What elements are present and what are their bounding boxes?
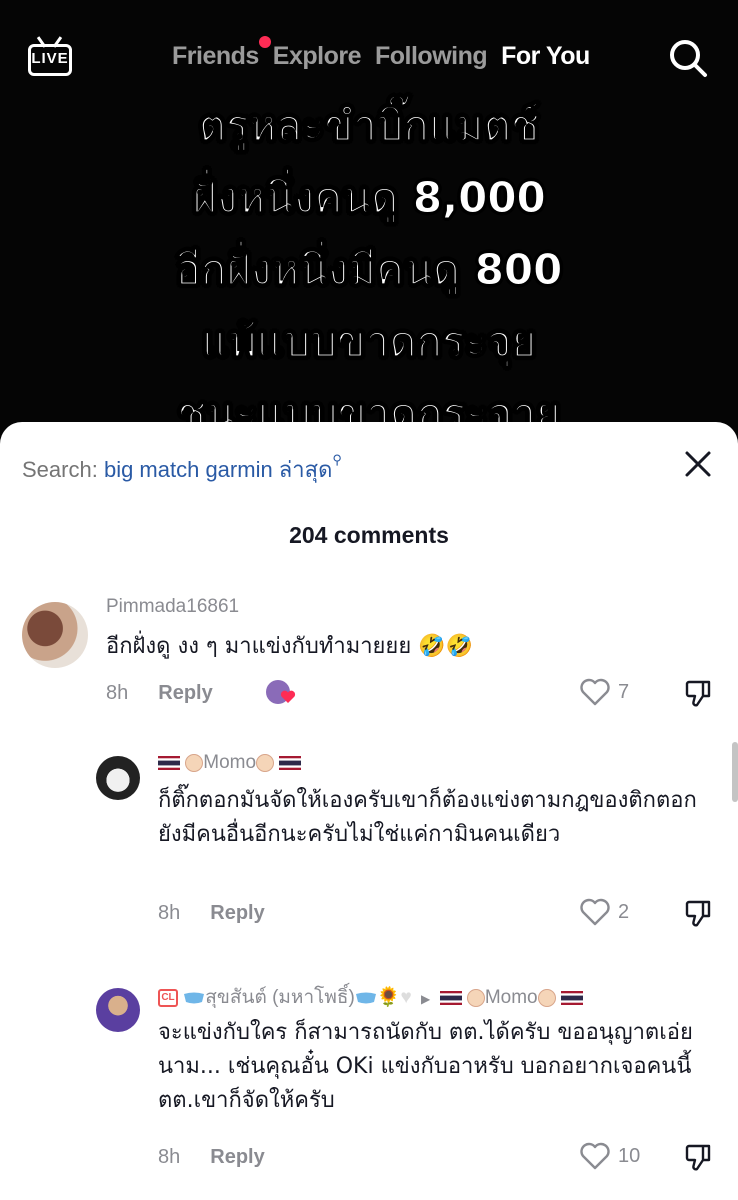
reply-button[interactable]: Reply	[210, 1146, 264, 1168]
baby-face-icon	[466, 988, 485, 1007]
thai-flag-icon	[279, 755, 302, 770]
avatar[interactable]	[22, 602, 88, 668]
tab-following[interactable]: Following	[375, 42, 488, 71]
video-player[interactable]: LIVE Friends Explore Following For You ต…	[0, 0, 738, 460]
comment-item: CL สุขสันต์ (มหาโพธิ์) 🌻♥ ▶ Momo จะแข่งกั…	[0, 982, 738, 1182]
live-button[interactable]: LIVE	[26, 36, 76, 80]
comment-meta: 8h Reply	[158, 902, 265, 925]
baby-face-icon	[256, 753, 275, 772]
related-search[interactable]: Search: big match garmin ล่าสุด⚲	[22, 452, 342, 487]
thai-flag-icon	[560, 990, 583, 1005]
tab-explore[interactable]: Explore	[272, 42, 362, 71]
comment-count: 204 comments	[289, 522, 449, 548]
video-caption-overlay: ตรูหละขำบิ๊กแมตช์ ฝั่งหนึ่งคนดู 8,000 อี…	[0, 90, 738, 450]
baby-face-icon	[537, 988, 556, 1007]
dislike-icon[interactable]	[684, 678, 714, 708]
white-heart-icon: ♥	[400, 987, 412, 1008]
overlay-line: แพ้แบบขาดกระจุย	[201, 317, 537, 367]
close-icon[interactable]	[684, 450, 712, 478]
thai-flag-icon	[439, 990, 462, 1005]
reply-to-username: Momo	[484, 987, 538, 1008]
dislike-icon[interactable]	[684, 1142, 714, 1172]
comment-item: Pimmada16861 อีกฝั่งดู งง ๆ มาแข่งกับทำม…	[0, 592, 738, 722]
sunflower-icon: 🌻	[376, 987, 401, 1008]
comment-text: ก็ติ๊กตอกมันจัดให้เองครับเขาก็ต้องแข่งตา…	[158, 788, 697, 847]
like-button[interactable]: 2	[580, 898, 629, 926]
tab-explore-label: Explore	[272, 42, 362, 70]
scrollbar[interactable]	[732, 742, 738, 802]
tab-friends[interactable]: Friends	[172, 36, 271, 71]
thai-flag-icon	[158, 755, 180, 770]
comment-time: 8h	[106, 682, 129, 704]
top-tabs: Friends Explore Following For You	[172, 36, 590, 71]
cl-badge-icon: CL	[158, 988, 178, 1007]
comment-username[interactable]: CL สุขสันต์ (มหาโพธิ์) 🌻♥ ▶ Momo	[158, 982, 583, 1012]
reply-button[interactable]: Reply	[158, 682, 212, 704]
comment-meta: 8h Reply	[106, 682, 213, 705]
live-label: LIVE	[31, 50, 69, 67]
like-count: 2	[618, 900, 630, 923]
heart-icon	[580, 678, 610, 706]
reply-button[interactable]: Reply	[210, 902, 264, 924]
reply-arrow-icon: ▶	[421, 992, 431, 1006]
comment-text: อีกฝั่งดู งง ๆ มาแข่งกับทำมายยย 🤣🤣	[106, 634, 473, 659]
like-button[interactable]: 7	[580, 678, 629, 706]
like-button[interactable]: 10	[580, 1142, 640, 1170]
comment-time: 8h	[158, 1146, 181, 1168]
notification-dot	[258, 36, 271, 48]
small-search-icon: ⚲	[332, 452, 342, 467]
search-label: Search:	[22, 457, 98, 482]
like-count: 7	[618, 680, 630, 703]
baby-face-icon	[185, 753, 204, 772]
search-icon[interactable]	[668, 38, 708, 78]
comment-username[interactable]: Momo	[158, 752, 302, 774]
comment-meta: 8h Reply	[158, 1146, 265, 1169]
mask-icon	[355, 992, 376, 1004]
tab-for-you-label: For You	[501, 42, 590, 70]
comment-text: จะแข่งกับใคร ก็สามารถนัดกับ ตต.ได้ครับ ข…	[158, 1020, 693, 1113]
heart-badge-icon	[280, 690, 296, 703]
avatar[interactable]	[96, 756, 140, 800]
tab-friends-label: Friends	[172, 42, 259, 70]
comment-time: 8h	[158, 902, 181, 924]
overlay-line: อีกฝั่งหนึ่งมีคนดู 800	[175, 245, 563, 295]
creator-liked-avatar	[266, 680, 296, 706]
avatar[interactable]	[96, 988, 140, 1032]
comment-username[interactable]: Pimmada16861	[106, 596, 239, 618]
comment-item: Momo ก็ติ๊กตอกมันจัดให้เองครับเขาก็ต้องแ…	[0, 752, 738, 952]
heart-icon	[580, 898, 610, 926]
tab-following-label: Following	[375, 42, 488, 70]
tab-for-you[interactable]: For You	[501, 42, 590, 71]
search-term-link[interactable]: big match garmin ล่าสุด	[104, 457, 332, 482]
heart-icon	[580, 1142, 610, 1170]
mask-icon	[184, 992, 205, 1004]
username-text: Momo	[203, 752, 257, 773]
dislike-icon[interactable]	[684, 898, 714, 928]
comments-sheet: Search: big match garmin ล่าสุด⚲ 204 com…	[0, 422, 738, 1200]
like-count: 10	[618, 1144, 641, 1167]
overlay-line: ตรูหละขำบิ๊กแมตช์	[198, 101, 540, 151]
username-text: สุขสันต์ (มหาโพธิ์)	[205, 987, 355, 1008]
overlay-line: ฝั่งหนึ่งคนดู 8,000	[192, 173, 547, 223]
